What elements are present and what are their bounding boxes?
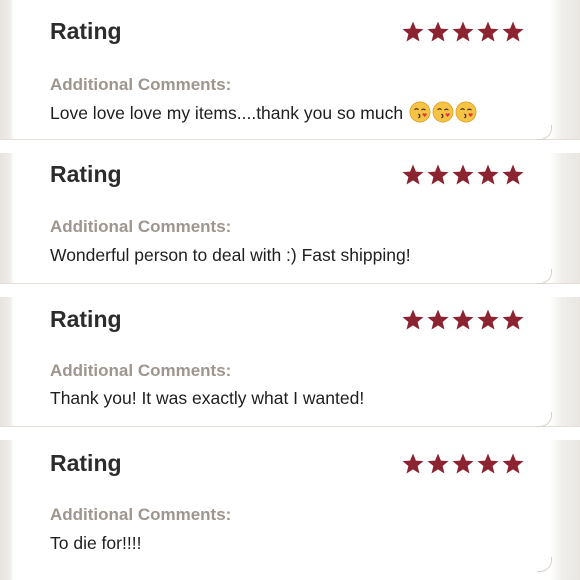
comment-body: Love love love my items....thank you so …	[50, 103, 404, 123]
rating-title: Rating	[50, 18, 122, 44]
rating-title: Rating	[50, 306, 122, 332]
comments-label: Additional Comments:	[50, 75, 232, 94]
star-rating	[401, 20, 525, 44]
review-card: Rating Additional Comments: To die for!!…	[0, 440, 580, 580]
card-corner	[537, 125, 552, 140]
star-icon	[502, 309, 524, 330]
card-gap	[0, 140, 580, 153]
star-icon	[502, 21, 524, 42]
comment-text: Thank you! It was exactly what I wanted!	[50, 388, 365, 408]
card-gap	[0, 284, 580, 297]
star-icon	[477, 309, 499, 330]
star-icon	[427, 453, 449, 474]
star-icon	[477, 453, 499, 474]
star-icon	[427, 309, 449, 330]
review-card: Rating Additional Comments: Love love lo…	[0, 0, 580, 140]
star-icon	[502, 164, 524, 185]
reviews-feed: Rating Additional Comments: Love love lo…	[0, 0, 580, 580]
comment-text: Wonderful person to deal with :) Fast sh…	[50, 245, 411, 265]
star-icon	[477, 21, 499, 42]
rating-title: Rating	[50, 450, 122, 476]
comments-label: Additional Comments:	[50, 505, 232, 524]
star-icon	[402, 164, 424, 185]
emoji-group	[409, 101, 477, 123]
star-icon	[427, 21, 449, 42]
kissing-face-icon	[432, 101, 454, 123]
card-corner	[537, 269, 552, 284]
star-icon	[452, 453, 474, 474]
star-icon	[402, 453, 424, 474]
review-card: Rating Additional Comments: Wonderful pe…	[0, 153, 580, 284]
star-rating	[401, 163, 525, 187]
star-icon	[477, 164, 499, 185]
comment-text: Love love love my items....thank you so …	[50, 101, 477, 124]
kissing-face-icon	[455, 101, 477, 123]
card-gap	[0, 427, 580, 440]
review-card: Rating Additional Comments: Thank you! I…	[0, 297, 580, 427]
star-rating	[401, 452, 525, 476]
star-icon	[402, 21, 424, 42]
kissing-face-icon	[409, 101, 431, 123]
comment-text: To die for!!!!	[50, 533, 142, 553]
card-corner	[537, 557, 552, 572]
comments-label: Additional Comments:	[50, 361, 232, 380]
star-icon	[427, 164, 449, 185]
star-icon	[452, 21, 474, 42]
star-icon	[452, 164, 474, 185]
comments-label: Additional Comments:	[50, 217, 232, 236]
rating-title: Rating	[50, 161, 122, 187]
star-icon	[402, 309, 424, 330]
star-icon	[502, 453, 524, 474]
card-corner	[537, 412, 552, 427]
star-icon	[452, 309, 474, 330]
star-rating	[401, 308, 525, 332]
